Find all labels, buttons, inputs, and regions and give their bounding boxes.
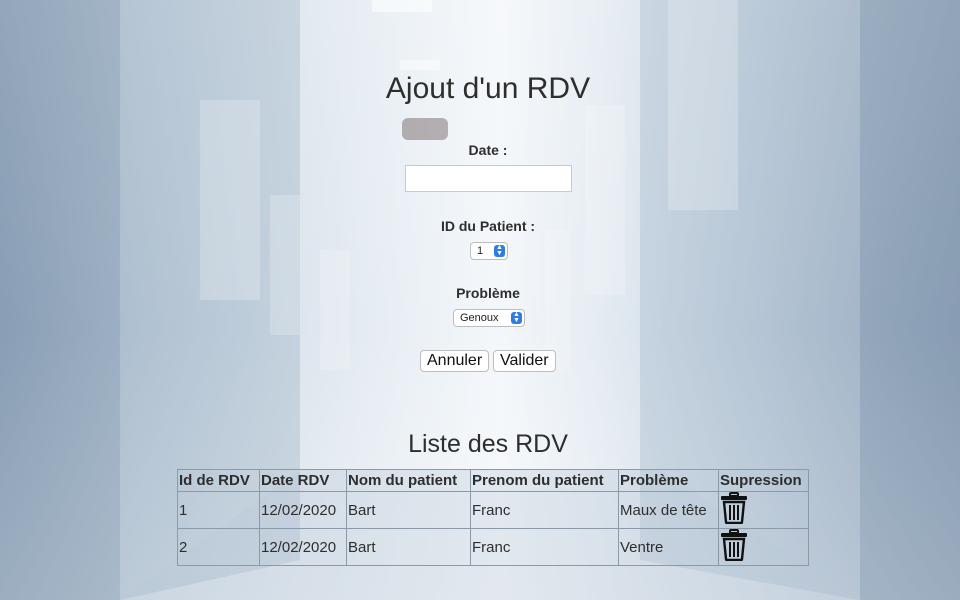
problem-select[interactable]: Genoux ▲ ▼	[453, 309, 525, 327]
chevron-updown-icon: ▲ ▼	[511, 311, 522, 324]
page-title: Ajout d'un RDV	[385, 72, 591, 105]
cell-prenom: Franc	[470, 491, 619, 529]
cell-nom: Bart	[346, 528, 471, 566]
cell-date: 12/02/2020	[259, 528, 347, 566]
problem-label: Problème	[456, 285, 520, 301]
trash-icon[interactable]	[720, 529, 748, 565]
column-header-suppression: Supression	[718, 469, 809, 492]
column-header-id: Id de RDV	[177, 469, 260, 492]
table-row: 1 12/02/2020 Bart Franc Maux de tête	[177, 491, 809, 529]
date-label: Date :	[468, 142, 508, 158]
cell-delete	[718, 491, 809, 529]
column-header-date: Date RDV	[259, 469, 347, 492]
cell-probleme: Ventre	[618, 528, 719, 566]
table-header-row: Id de RDV Date RDV Nom du patient Prenom…	[177, 469, 809, 492]
column-header-nom: Nom du patient	[346, 469, 471, 492]
patient-id-select[interactable]: 1 ▲ ▼	[470, 242, 508, 260]
cell-delete	[718, 528, 809, 566]
patient-id-select-value: 1	[477, 245, 484, 257]
cell-nom: Bart	[346, 491, 471, 529]
appointments-table: Id de RDV Date RDV Nom du patient Prenom…	[177, 469, 809, 566]
cell-id: 1	[177, 491, 260, 529]
list-title: Liste des RDV	[408, 430, 568, 458]
cancel-button[interactable]: Annuler	[420, 350, 490, 372]
cell-date: 12/02/2020	[259, 491, 347, 529]
problem-select-value: Genoux	[460, 312, 499, 324]
trash-icon[interactable]	[720, 492, 748, 528]
column-header-prenom: Prenom du patient	[470, 469, 619, 492]
patient-id-label: ID du Patient :	[440, 218, 536, 234]
chevron-updown-icon: ▲ ▼	[494, 244, 505, 257]
date-field[interactable]	[405, 165, 572, 192]
submit-button[interactable]: Valider	[493, 350, 556, 372]
cell-id: 2	[177, 528, 260, 566]
cell-probleme: Maux de tête	[618, 491, 719, 529]
column-header-probleme: Problème	[618, 469, 719, 492]
cell-prenom: Franc	[470, 528, 619, 566]
table-row: 2 12/02/2020 Bart Franc Ventre	[177, 528, 809, 566]
